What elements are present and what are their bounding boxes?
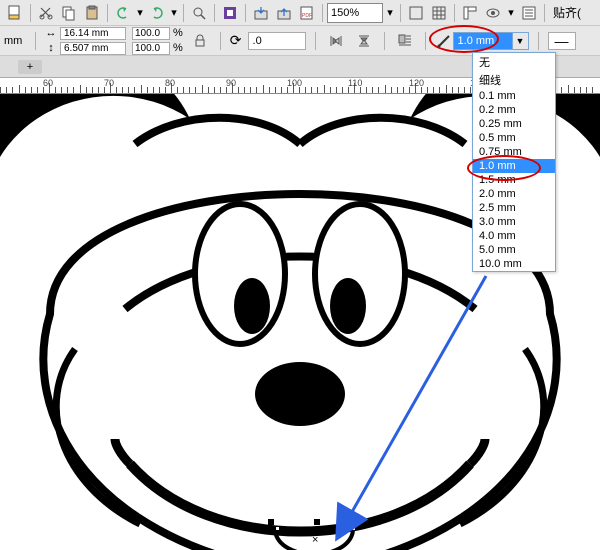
separator [220,32,221,50]
search-button[interactable] [188,2,210,24]
outline-width-container: ▼ [435,30,529,52]
outline-width-option[interactable]: 5.0 mm [473,243,555,257]
mirror-h-button[interactable] [325,30,347,52]
separator [30,4,31,22]
rulers-button[interactable] [459,2,481,24]
redo-button[interactable] [146,2,168,24]
separator [322,4,323,22]
separator [400,4,401,22]
outline-width-option[interactable]: 0.5 mm [473,131,555,145]
separator [245,4,246,22]
outline-width-option[interactable]: 0.25 mm [473,117,555,131]
add-tab-button[interactable]: + [18,60,42,74]
separator [35,32,36,50]
lock-ratio-button[interactable] [189,30,211,52]
scalex-input[interactable] [132,27,170,40]
options-button[interactable] [518,2,540,24]
outline-width-dropdown: 无细线0.1 mm0.2 mm0.25 mm0.5 mm0.75 mm1.0 m… [472,52,556,272]
outline-width-option[interactable]: 10.0 mm [473,257,555,271]
wrap-text-button[interactable] [394,30,416,52]
outline-width-option[interactable]: 无 [473,53,555,71]
unit-label: mm [4,35,26,47]
line-style-select[interactable]: — [548,32,576,50]
import-button[interactable] [250,2,272,24]
toolbar-main: ▾ ▾ PDF ▾ ▾ 贴齐( [0,0,600,26]
undo-button[interactable] [112,2,134,24]
ruler-tick-label: 70 [104,78,114,88]
zoom-input[interactable] [327,3,383,23]
export-pdf-button[interactable]: PDF [296,2,318,24]
outline-width-option[interactable]: 2.5 mm [473,201,555,215]
dim-size-block: ↔ ↕ [45,27,126,55]
width-icon: ↔ [45,27,57,39]
undo-dropdown[interactable]: ▾ [135,2,145,24]
outline-width-input[interactable] [453,32,513,50]
copy-button[interactable] [58,2,80,24]
snap-menu[interactable]: 贴齐( [549,4,585,21]
separator [183,4,184,22]
outline-width-dropdown-button[interactable]: ▼ [513,32,529,50]
percent-label: % [173,42,183,54]
separator [454,4,455,22]
outline-width-option[interactable]: 2.0 mm [473,187,555,201]
svg-text:PDF: PDF [302,13,312,19]
export-button[interactable] [273,2,295,24]
separator [425,32,426,50]
scaley-input[interactable] [132,42,170,55]
zoom-dropdown[interactable]: ▾ [384,2,396,24]
view2-button[interactable]: ▾ [505,2,517,24]
cut-button[interactable] [35,2,57,24]
mirror-v-button[interactable] [353,30,375,52]
rotate-icon: ⟳ [230,32,242,49]
separator [384,32,385,50]
percent-label: % [173,27,183,39]
separator [214,4,215,22]
new-doc-button[interactable] [4,2,26,24]
outline-width-option[interactable]: 细线 [473,71,555,89]
dim-scale-block: % % [132,27,183,55]
ruler-tick-label: 80 [165,78,175,88]
separator [538,32,539,50]
outline-width-option[interactable]: 1.0 mm [473,159,555,173]
height-input[interactable] [60,42,126,55]
grid-button[interactable] [428,2,450,24]
outline-width-option[interactable]: 3.0 mm [473,215,555,229]
redo-dropdown[interactable]: ▾ [169,2,179,24]
paste-button[interactable] [81,2,103,24]
outline-width-option[interactable]: 4.0 mm [473,229,555,243]
outline-width-option[interactable]: 0.2 mm [473,103,555,117]
ruler-tick-label: 90 [226,78,236,88]
height-icon: ↕ [45,42,57,54]
outline-pen-icon [435,30,453,52]
separator [544,4,545,22]
width-input[interactable] [60,27,126,40]
separator [107,4,108,22]
app-launch-button[interactable] [219,2,241,24]
outline-width-option[interactable]: 0.1 mm [473,89,555,103]
separator [315,32,316,50]
fullscreen-button[interactable] [405,2,427,24]
rotate-input[interactable] [248,32,306,50]
ruler-tick-label: 60 [43,78,53,88]
view-button[interactable] [482,2,504,24]
